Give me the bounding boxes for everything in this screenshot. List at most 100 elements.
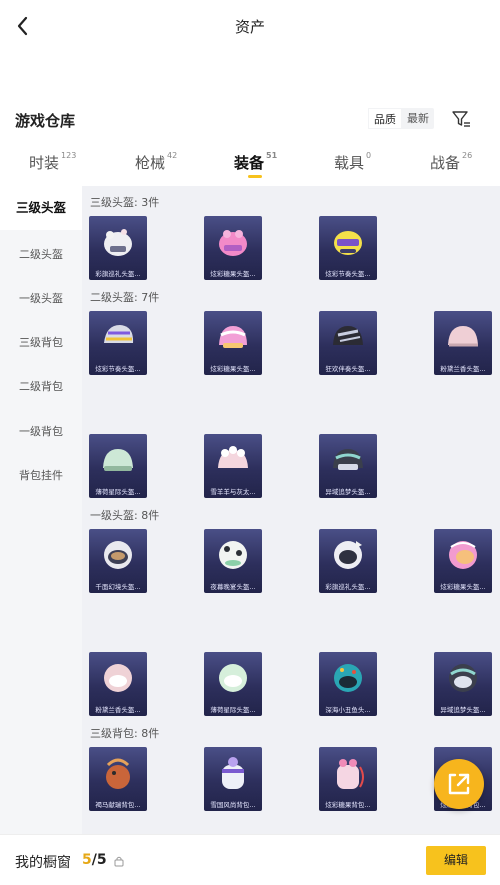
item-name: 炫彩糖果头盔... bbox=[210, 365, 256, 373]
cow-helmet-icon bbox=[219, 541, 247, 569]
item-name: 千面幻境头盔... bbox=[95, 583, 141, 591]
lock-icon bbox=[114, 856, 124, 867]
horse-backpack-icon bbox=[106, 758, 130, 789]
sidebar-item-backpack-pendant[interactable]: 背包挂件 bbox=[0, 467, 82, 483]
clownfish-helmet-icon bbox=[334, 664, 362, 692]
tab-label: 战备 bbox=[430, 154, 461, 172]
mint-round-helmet-icon bbox=[219, 664, 247, 692]
item-card[interactable]: 炫彩糖果头盔... bbox=[434, 529, 492, 593]
item-name: 炫彩糖果背包... bbox=[325, 801, 371, 809]
tab-fashion[interactable]: 时装 123 bbox=[29, 151, 77, 173]
tab-label: 载具 bbox=[334, 154, 365, 172]
mint-helmet-icon bbox=[103, 449, 133, 471]
white-helmet-icon bbox=[104, 229, 132, 256]
sidebar: 三级头盔 二级头盔 一级头盔 三级背包 二级背包 一级背包 背包挂件 bbox=[0, 186, 82, 834]
item-card[interactable]: 炫彩节奏头盔... bbox=[89, 311, 147, 375]
top-bar: 资产 bbox=[0, 0, 500, 52]
candy-backpack-icon bbox=[337, 759, 364, 789]
striped-helmet-icon bbox=[104, 325, 134, 343]
tab-vehicles[interactable]: 载具 0 bbox=[334, 151, 372, 173]
item-card[interactable]: 炫彩节奏头盔... bbox=[319, 216, 377, 280]
candy-pink-helmet-icon bbox=[449, 541, 477, 569]
sort-toggle: 品质 最新 bbox=[368, 108, 434, 129]
item-card[interactable]: 异域追梦头盔... bbox=[434, 652, 492, 716]
sidebar-item-level1-backpack[interactable]: 一级背包 bbox=[0, 423, 82, 439]
tab-equipment[interactable]: 装备 51 bbox=[234, 151, 278, 173]
tab-count: 42 bbox=[167, 151, 178, 160]
sidebar-item-level2-backpack[interactable]: 二级背包 bbox=[0, 378, 82, 394]
sidebar-item-level3-backpack[interactable]: 三级背包 bbox=[0, 334, 82, 350]
item-card[interactable]: 夜幕晚宴头盔... bbox=[204, 529, 262, 593]
tab-battle-prep[interactable]: 战备 26 bbox=[430, 151, 473, 173]
candy-helmet-icon bbox=[219, 326, 247, 348]
showcase-total: /5 bbox=[91, 852, 107, 868]
item-card[interactable]: 异域追梦头盔... bbox=[319, 434, 377, 498]
sort-newest-button[interactable]: 最新 bbox=[402, 108, 434, 129]
category-tabs: 时装 123 枪械 42 装备 51 载具 0 战备 26 bbox=[0, 146, 500, 182]
section-title: 二级头盔: 7件 bbox=[90, 291, 160, 304]
item-name: 深海小丑鱼头... bbox=[325, 706, 371, 714]
tab-count: 51 bbox=[266, 151, 278, 160]
section-title: 一级头盔: 8件 bbox=[90, 509, 160, 522]
black-helmet-icon bbox=[333, 326, 363, 345]
item-grid: 三级头盔: 3件 彩旗巡礼头盔... 炫彩糖果头盔... 炫彩节奏头盔... 二… bbox=[82, 186, 500, 834]
tab-count: 0 bbox=[366, 151, 372, 160]
item-name: 狂欢伴奏头盔... bbox=[325, 365, 371, 373]
item-card[interactable]: 彩旗巡礼头盔... bbox=[89, 216, 147, 280]
section-title: 三级背包: 8件 bbox=[90, 727, 160, 740]
item-card[interactable]: 粉黛兰香头盔... bbox=[89, 652, 147, 716]
showcase-label: 我的橱窗 bbox=[15, 855, 71, 871]
tab-guns[interactable]: 枪械 42 bbox=[135, 151, 178, 173]
tab-label: 装备 bbox=[234, 154, 265, 172]
flag-helmet-icon bbox=[334, 541, 362, 569]
item-card[interactable]: 炫彩糖果头盔... bbox=[204, 216, 262, 280]
sidebar-item-level2-helmet[interactable]: 二级头盔 bbox=[0, 246, 82, 262]
item-card[interactable]: 炫彩糖果头盔... bbox=[204, 311, 262, 375]
edit-button[interactable]: 编辑 bbox=[426, 846, 486, 875]
filter-icon[interactable] bbox=[450, 108, 472, 130]
item-card[interactable]: 雪国风尚背包... bbox=[204, 747, 262, 811]
item-card[interactable]: 炫彩糖果背包... bbox=[319, 747, 377, 811]
item-name: 彩旗巡礼头盔... bbox=[95, 270, 141, 278]
sidebar-item-level3-helmet[interactable]: 三级头盔 bbox=[0, 186, 82, 230]
pink-cap-helmet-icon bbox=[448, 326, 478, 347]
item-name: 雪羊羊与灰太... bbox=[210, 488, 256, 496]
item-name: 薄荷星际头盔... bbox=[95, 488, 141, 496]
item-card[interactable]: 粉黛兰香头盔... bbox=[434, 311, 492, 375]
warehouse-title: 游戏仓库 bbox=[15, 112, 76, 130]
item-name: 夜幕晚宴头盔... bbox=[210, 583, 256, 591]
snowman-backpack-icon bbox=[222, 757, 244, 789]
tab-label: 枪械 bbox=[135, 154, 166, 172]
item-name: 雪国风尚背包... bbox=[210, 801, 256, 809]
item-name: 薄荷星际头盔... bbox=[210, 706, 256, 714]
item-name: 粉黛兰香头盔... bbox=[95, 706, 141, 714]
share-button[interactable] bbox=[434, 759, 484, 809]
item-name: 粉黛兰香头盔... bbox=[440, 365, 486, 373]
item-card[interactable]: 薄荷星际头盔... bbox=[204, 652, 262, 716]
tab-count: 123 bbox=[61, 151, 77, 160]
active-tab-indicator bbox=[248, 175, 262, 178]
item-card[interactable]: 褐马献瑞背包... bbox=[89, 747, 147, 811]
sort-quality-button[interactable]: 品质 bbox=[368, 108, 402, 129]
item-card[interactable]: 千面幻境头盔... bbox=[89, 529, 147, 593]
sidebar-item-level1-helmet[interactable]: 一级头盔 bbox=[0, 290, 82, 306]
item-name: 异域追梦头盔... bbox=[325, 488, 371, 496]
item-card[interactable]: 深海小丑鱼头... bbox=[319, 652, 377, 716]
visor-helmet-icon bbox=[104, 541, 132, 569]
yellow-helmet-icon bbox=[334, 231, 362, 255]
showcase-bar: 我的橱窗 5/5 编辑 bbox=[0, 834, 500, 885]
item-card[interactable]: 雪羊羊与灰太... bbox=[204, 434, 262, 498]
item-card[interactable]: 狂欢伴奏头盔... bbox=[319, 311, 377, 375]
tab-count: 26 bbox=[462, 151, 473, 160]
sheep-helmet-icon bbox=[218, 446, 248, 468]
page-title: 资产 bbox=[234, 18, 265, 36]
item-name: 炫彩节奏头盔... bbox=[95, 365, 141, 373]
item-name: 褐马献瑞背包... bbox=[95, 801, 141, 809]
item-card[interactable]: 彩旗巡礼头盔... bbox=[319, 529, 377, 593]
external-link-icon bbox=[448, 773, 470, 795]
showcase-count: 5/5 bbox=[82, 852, 107, 868]
item-name: 炫彩节奏头盔... bbox=[325, 270, 371, 278]
item-card[interactable]: 薄荷星际头盔... bbox=[89, 434, 147, 498]
item-name: 彩旗巡礼头盔... bbox=[325, 583, 371, 591]
dark-visor-helmet-icon bbox=[333, 449, 363, 470]
